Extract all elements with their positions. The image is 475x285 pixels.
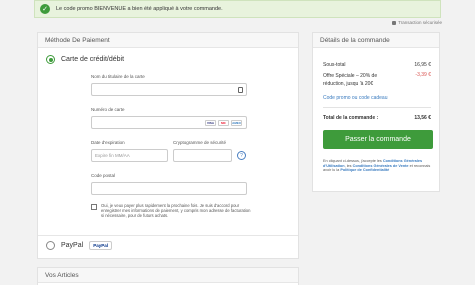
- postal-label: Code postal: [91, 173, 116, 178]
- visa-icon: VISA: [205, 120, 216, 126]
- payment-method-panel: Méthode De Paiement Carte de crédit/débi…: [37, 32, 299, 259]
- divider: [38, 235, 298, 236]
- discount-label-line2: réduction, jusqu 'à 20€: [323, 81, 374, 87]
- articles-title: Vos Articles: [38, 268, 298, 283]
- discount-label-line1: Offre Spéciale – 20% de: [323, 73, 378, 79]
- summary-divider: [323, 107, 431, 108]
- card-number-input[interactable]: VISA MC AMEX: [91, 116, 247, 129]
- promo-code-link[interactable]: Code promo ou code cadeau: [323, 95, 388, 101]
- legal-mid1: , les: [344, 163, 353, 168]
- legal-pre: En cliquant ci-dessus, j'accepte les: [323, 159, 383, 163]
- subtotal-row: Sous-total 16,95 €: [323, 62, 431, 68]
- discount-value: -3,39 €: [415, 72, 431, 78]
- order-summary-panel: Détails de la commande Sous-total 16,95 …: [312, 32, 440, 192]
- help-icon[interactable]: ?: [237, 151, 246, 160]
- paypal-logo: PayPal: [89, 241, 112, 250]
- articles-panel: Vos Articles: [37, 267, 299, 285]
- paypal-option-label: PayPal: [61, 242, 84, 249]
- terms-of-sale-link[interactable]: Conditions Générales de Vente: [353, 164, 409, 168]
- save-payment-consent: Oui, je veux payer plus rapidement la pr…: [101, 203, 251, 218]
- total-label: Total de la commande :: [323, 115, 379, 121]
- save-payment-checkbox[interactable]: [91, 204, 97, 210]
- cvv-label: Cryptogramme de sécurité: [173, 140, 227, 145]
- expiry-label: Date d'expiration: [91, 140, 125, 145]
- lock-icon: [392, 20, 397, 25]
- discount-label: Offre Spéciale – 20% de réduction, jusqu…: [323, 72, 377, 88]
- holder-input[interactable]: [91, 83, 247, 96]
- subtotal-label: Sous-total: [323, 62, 346, 68]
- paypal-radio[interactable]: [46, 241, 55, 250]
- banner-message: Le code promo BIENVENUE a bien été appli…: [56, 6, 223, 12]
- card-id-icon: [238, 87, 243, 93]
- card-option-label: Carte de crédit/débit: [61, 56, 125, 63]
- place-order-button[interactable]: Passer la commande: [323, 130, 433, 149]
- promo-success-banner: ✓ Le code promo BIENVENUE a bien été app…: [34, 0, 441, 18]
- card-option[interactable]: Carte de crédit/débit: [46, 55, 124, 64]
- privacy-policy-link[interactable]: Politique de Confidentialité: [340, 168, 389, 172]
- expiry-input[interactable]: Expire fin MM/AA: [91, 149, 168, 162]
- discount-row: Offre Spéciale – 20% de réduction, jusqu…: [323, 72, 431, 88]
- total-value: 13,56 €: [414, 115, 431, 121]
- card-brands: VISA MC AMEX: [205, 120, 242, 126]
- secure-transaction: Transaction sécurisée: [392, 20, 442, 25]
- mastercard-icon: MC: [218, 120, 229, 126]
- paypal-option[interactable]: PayPal PayPal: [46, 241, 112, 250]
- check-icon: ✓: [40, 4, 50, 14]
- amex-icon: AMEX: [231, 120, 242, 126]
- cvv-input[interactable]: [173, 149, 232, 162]
- total-row: Total de la commande : 13,56 €: [323, 115, 431, 121]
- card-number-label: Numéro de carte: [91, 107, 125, 112]
- legal-text: En cliquant ci-dessus, j'accepte les Con…: [323, 159, 433, 173]
- postal-input[interactable]: [91, 182, 247, 195]
- card-radio[interactable]: [46, 55, 55, 64]
- order-summary-title: Détails de la commande: [313, 33, 439, 48]
- payment-method-title: Méthode De Paiement: [38, 33, 298, 48]
- subtotal-value: 16,95 €: [414, 62, 431, 68]
- holder-label: Nom du titulaire de la carte: [91, 74, 145, 79]
- secure-label: Transaction sécurisée: [398, 20, 442, 25]
